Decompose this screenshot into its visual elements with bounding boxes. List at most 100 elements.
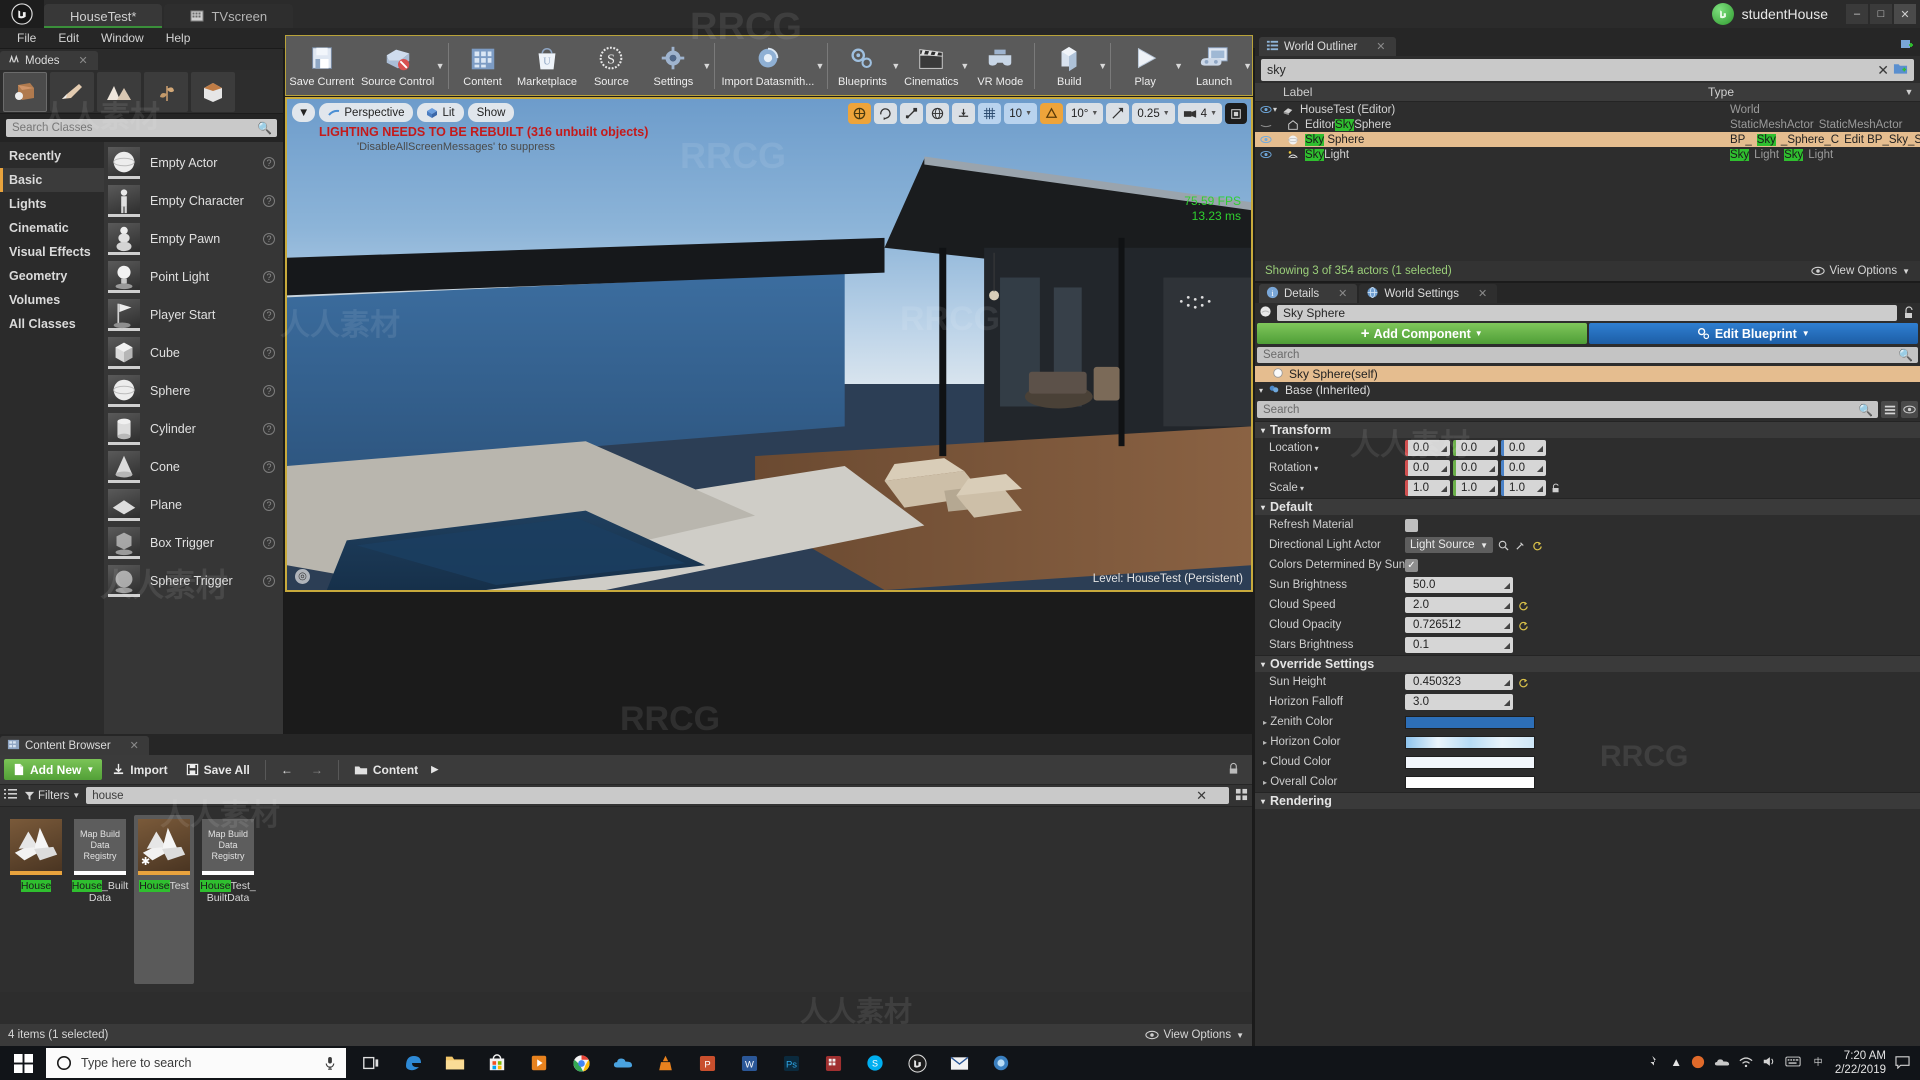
- visibility-eye-icon[interactable]: [1259, 105, 1273, 114]
- menu-window[interactable]: Window: [90, 28, 155, 49]
- placeable-item-sphere[interactable]: Sphere?: [104, 372, 283, 410]
- placeable-item-point-light[interactable]: Point Light?: [104, 258, 283, 296]
- scale-snap-value[interactable]: 0.25 ▼: [1132, 103, 1175, 124]
- reset-icon[interactable]: [1516, 598, 1530, 612]
- tray-volume-icon[interactable]: [1762, 1055, 1776, 1071]
- clear-search-icon[interactable]: ✕: [1196, 788, 1207, 804]
- chevron-down-icon[interactable]: ▾: [1298, 484, 1304, 493]
- tray-pin-icon[interactable]: [1647, 1055, 1661, 1072]
- expander-icon[interactable]: ▾: [1273, 105, 1277, 114]
- save-all-button[interactable]: Save All: [178, 759, 258, 780]
- toolbar-save-current[interactable]: Save Current: [286, 37, 358, 95]
- editor-tab-housetest[interactable]: HouseTest*: [44, 4, 163, 28]
- placeable-item-sphere-trigger[interactable]: Sphere Trigger?: [104, 562, 283, 600]
- onedrive-icon[interactable]: [604, 1046, 642, 1080]
- spinner-icon[interactable]: ◢: [1489, 484, 1495, 493]
- expander-icon[interactable]: ▸: [1263, 778, 1267, 787]
- reset-icon[interactable]: [1516, 675, 1530, 689]
- grid-size-value[interactable]: 10 ▼: [1004, 103, 1037, 124]
- add-new-button[interactable]: Add New ▼: [4, 759, 103, 780]
- breadcrumb-content[interactable]: Content ▶: [346, 759, 446, 780]
- content-search-box[interactable]: house ✕: [86, 787, 1229, 804]
- vlc-icon[interactable]: [646, 1046, 684, 1080]
- tab-world-settings[interactable]: World Settings ✕: [1359, 284, 1498, 303]
- menu-edit[interactable]: Edit: [47, 28, 90, 49]
- toolbar-import-datasmith[interactable]: Import Datasmith...: [718, 37, 817, 95]
- column-filter-icon[interactable]: ▼: [1898, 87, 1920, 97]
- category-visual-effects[interactable]: Visual Effects: [0, 240, 104, 264]
- rotate-mode-icon[interactable]: [874, 103, 898, 124]
- rotation-snap-value[interactable]: 10° ▼: [1066, 103, 1104, 124]
- placeable-item-cylinder[interactable]: Cylinder?: [104, 410, 283, 448]
- mail-icon[interactable]: [940, 1046, 978, 1080]
- outliner-row[interactable]: ▾ HouseTest (Editor) World: [1255, 102, 1920, 117]
- field-scale-y[interactable]: 1.0 ◢: [1453, 480, 1498, 496]
- help-icon[interactable]: ?: [263, 537, 275, 549]
- browse-icon[interactable]: [1496, 538, 1510, 552]
- actor-name-field[interactable]: Sky Sphere: [1277, 305, 1897, 321]
- help-icon[interactable]: ?: [263, 385, 275, 397]
- app-icon[interactable]: [982, 1046, 1020, 1080]
- toolbar-vr-mode[interactable]: VR Mode: [969, 37, 1031, 95]
- spinner-icon[interactable]: ◢: [1504, 601, 1510, 610]
- toolbar-blueprints[interactable]: Blueprints: [831, 37, 893, 95]
- expander-icon[interactable]: ▾: [1261, 797, 1265, 806]
- section-header-override-settings[interactable]: ▾ Override Settings: [1255, 655, 1920, 672]
- viewport-perspective-button[interactable]: Perspective: [319, 103, 414, 122]
- editor-tab-tvscreen[interactable]: TVscreen: [164, 4, 294, 28]
- color-swatch-horizon-color[interactable]: [1405, 735, 1535, 749]
- field-cloud-opacity[interactable]: 0.726512 ◢: [1405, 617, 1513, 633]
- outliner-row[interactable]: SkyLight Sky Light Sky Light: [1255, 147, 1920, 162]
- chevron-down-icon[interactable]: ▼: [816, 61, 825, 71]
- photoshop-icon[interactable]: Ps: [772, 1046, 810, 1080]
- close-button[interactable]: ✕: [1894, 4, 1916, 24]
- outliner-view-options-button[interactable]: View Options ▼: [1810, 265, 1910, 277]
- spinner-icon[interactable]: ◢: [1489, 464, 1495, 473]
- geometry-mode-icon[interactable]: [191, 71, 235, 112]
- placeable-item-empty-character[interactable]: Empty Character?: [104, 182, 283, 220]
- category-basic[interactable]: Basic: [0, 168, 104, 192]
- spinner-icon[interactable]: ◢: [1504, 678, 1510, 687]
- toolbar-build[interactable]: Build: [1038, 37, 1100, 95]
- taskbar-search-box[interactable]: Type here to search: [46, 1048, 346, 1078]
- spinner-icon[interactable]: ◢: [1504, 641, 1510, 650]
- outliner-new-folder-icon[interactable]: [1893, 62, 1908, 78]
- content-browser-lock-icon[interactable]: [1227, 762, 1248, 778]
- visibility-eye-icon[interactable]: [1259, 120, 1273, 129]
- chevron-down-icon[interactable]: ▼: [436, 61, 445, 71]
- field-location-x[interactable]: 0.0 ◢: [1405, 440, 1450, 456]
- asset-item[interactable]: Map Build Data Registry HouseTest_BuiltDa…: [198, 815, 258, 984]
- field-horizon-falloff[interactable]: 3.0 ◢: [1405, 694, 1513, 710]
- expander-icon[interactable]: ▸: [1263, 718, 1267, 727]
- column-label[interactable]: Label: [1255, 85, 1708, 99]
- chevron-down-icon[interactable]: ▼: [1098, 61, 1107, 71]
- chevron-down-icon[interactable]: ▾: [1312, 444, 1319, 453]
- expander-icon[interactable]: ▾: [1261, 426, 1265, 435]
- outliner-search-box[interactable]: ✕: [1261, 59, 1914, 81]
- tab-modes[interactable]: Modes ✕: [0, 51, 98, 70]
- field-location-z[interactable]: 0.0 ◢: [1501, 440, 1546, 456]
- field-sun-height[interactable]: 0.450323 ◢: [1405, 674, 1513, 690]
- place-mode-icon[interactable]: [3, 71, 47, 112]
- help-icon[interactable]: ?: [263, 347, 275, 359]
- placeable-item-box-trigger[interactable]: Box Trigger?: [104, 524, 283, 562]
- sources-toggle-icon[interactable]: [4, 788, 18, 803]
- lock-details-icon[interactable]: [1902, 305, 1916, 322]
- view-options-button[interactable]: View Options ▼: [1144, 1029, 1244, 1041]
- help-icon[interactable]: ?: [263, 233, 275, 245]
- toolbar-source[interactable]: S Source: [580, 37, 642, 95]
- tray-language-icon[interactable]: 中: [1810, 1055, 1826, 1071]
- chevron-down-icon[interactable]: ▼: [1243, 61, 1252, 71]
- chevron-down-icon[interactable]: ▼: [702, 61, 711, 71]
- chevron-down-icon[interactable]: ▼: [1174, 61, 1183, 71]
- placeable-item-player-start[interactable]: Player Start?: [104, 296, 283, 334]
- checkbox-refresh-material[interactable]: [1405, 518, 1418, 532]
- close-icon[interactable]: ✕: [79, 54, 88, 67]
- select-mode-icon[interactable]: [848, 103, 872, 124]
- search-classes-input[interactable]: [12, 122, 271, 134]
- placeable-item-cone[interactable]: Cone?: [104, 448, 283, 486]
- landscape-mode-icon[interactable]: [97, 71, 141, 112]
- reset-icon[interactable]: [1516, 618, 1530, 632]
- powerpoint-icon[interactable]: P: [688, 1046, 726, 1080]
- placeable-item-cube[interactable]: Cube?: [104, 334, 283, 372]
